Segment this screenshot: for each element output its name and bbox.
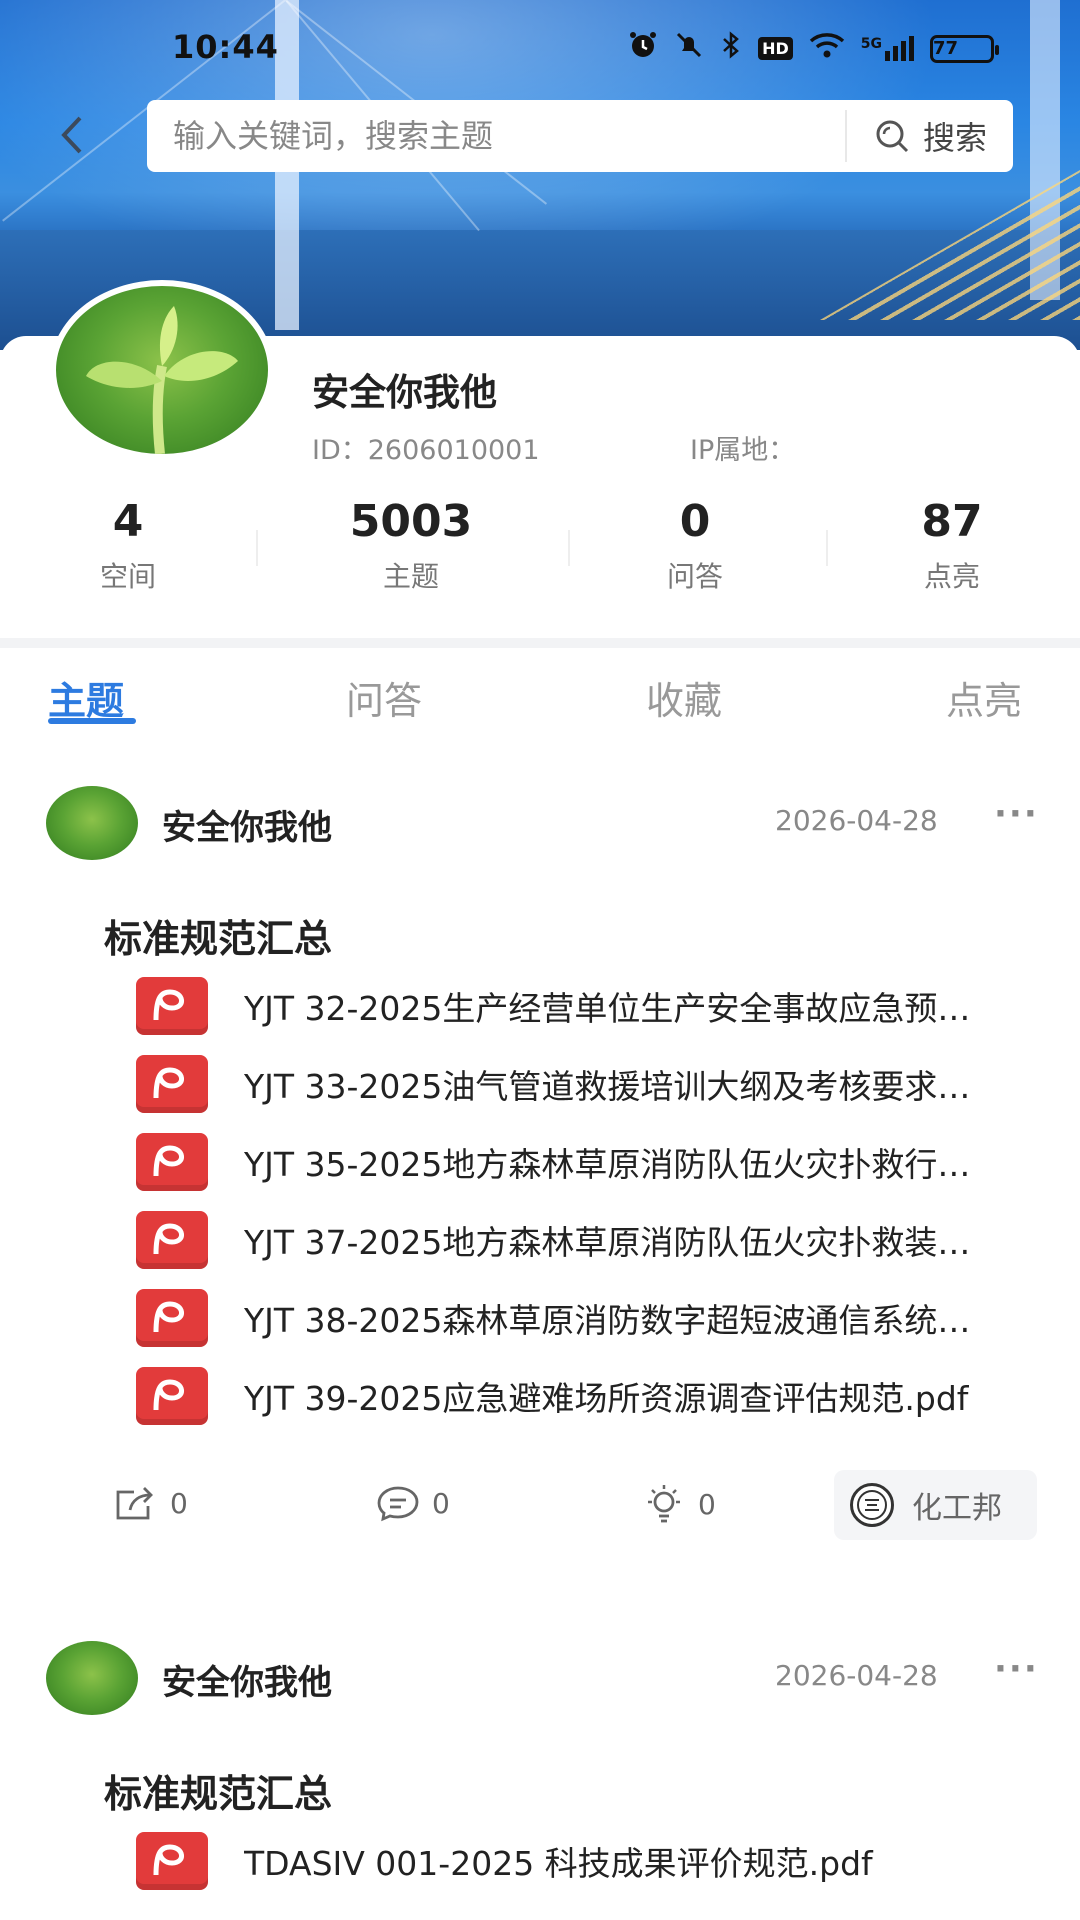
stat-divider bbox=[826, 530, 828, 566]
attachment-name: YJT 37-2025地方森林草原消防队伍火灾扑救装备配备规范.pdf bbox=[244, 1223, 974, 1262]
stat-label: 空间 bbox=[99, 560, 156, 593]
profile-ip-location: IP属地： bbox=[690, 435, 796, 466]
post-author-name[interactable]: 安全你我他 bbox=[162, 800, 332, 849]
network-label: 5G bbox=[860, 36, 882, 52]
share-icon bbox=[116, 1487, 153, 1520]
post-title[interactable]: 标准规范汇总 bbox=[104, 908, 332, 963]
bluetooth-icon bbox=[720, 30, 742, 67]
attachment-name: YJT 39-2025应急避难场所资源调查评估规范.pdf bbox=[244, 1379, 969, 1418]
pdf-file-icon bbox=[136, 1055, 208, 1113]
post-date: 2026-04-28 bbox=[775, 1659, 938, 1692]
comment-count: 0 bbox=[432, 1486, 450, 1520]
source-tag-label: 化工邦 bbox=[912, 1491, 1002, 1526]
comment-icon bbox=[377, 1486, 419, 1522]
stat-value: 4 bbox=[112, 496, 144, 547]
attachment-item[interactable]: YJT 32-2025生产经营单位生产安全事故应急预案编制导则.pdf bbox=[136, 977, 976, 1035]
source-tag-chip[interactable]: 化工邦 bbox=[834, 1470, 1037, 1540]
stat-label: 点亮 bbox=[923, 560, 980, 593]
profile-id: ID：2606010001 bbox=[312, 435, 540, 466]
search-button[interactable]: 搜索 bbox=[847, 100, 1013, 172]
pdf-file-icon bbox=[136, 1367, 208, 1425]
light-count: 0 bbox=[698, 1487, 716, 1521]
tab-active-indicator bbox=[48, 718, 136, 724]
attachment-item[interactable]: YJT 37-2025地方森林草原消防队伍火灾扑救装备配备规范.pdf bbox=[136, 1211, 976, 1269]
alarm-icon bbox=[628, 30, 658, 67]
stat-likes[interactable]: 87 点亮 bbox=[824, 496, 1080, 606]
share-count: 0 bbox=[170, 1486, 188, 1520]
post-author-avatar[interactable] bbox=[46, 1641, 138, 1715]
more-options-icon[interactable]: ··· bbox=[994, 1649, 1039, 1689]
stat-value: 5003 bbox=[349, 496, 473, 547]
lightbulb-icon bbox=[648, 1485, 680, 1523]
chemical-bang-logo-icon bbox=[850, 1483, 894, 1527]
attachment-name: YJT 35-2025地方森林草原消防队伍火灾扑救行动规范.pdf bbox=[244, 1145, 974, 1184]
tab-bar: 主题 问答 收藏 点亮 bbox=[0, 660, 1080, 744]
section-divider bbox=[0, 638, 1080, 648]
attachment-item[interactable]: YJT 35-2025地方森林草原消防队伍火灾扑救行动规范.pdf bbox=[136, 1133, 976, 1191]
light-button[interactable]: 0 bbox=[642, 1484, 716, 1524]
attachment-item[interactable]: TDASIV 001-2025 科技成果评价规范.pdf bbox=[136, 1832, 976, 1890]
tab-topics[interactable]: 主题 bbox=[48, 670, 124, 725]
tab-favorites[interactable]: 收藏 bbox=[646, 670, 722, 725]
tab-likes[interactable]: 点亮 bbox=[946, 670, 1022, 725]
post-title[interactable]: 标准规范汇总 bbox=[104, 1763, 332, 1818]
search-bar: 搜索 bbox=[147, 100, 1013, 172]
attachment-item[interactable]: YJT 39-2025应急避难场所资源调查评估规范.pdf bbox=[136, 1367, 976, 1425]
attachment-item[interactable]: YJT 33-2025油气管道救援培训大纲及考核要求.pdf bbox=[136, 1055, 976, 1113]
search-input[interactable] bbox=[147, 100, 845, 172]
attachment-name: YJT 38-2025森林草原消防数字超短波通信系统技术规范.pdf bbox=[244, 1301, 974, 1340]
attachment-name: YJT 32-2025生产经营单位生产安全事故应急预案编制导则.pdf bbox=[244, 989, 974, 1028]
share-button[interactable]: 0 bbox=[114, 1484, 188, 1522]
stat-spaces[interactable]: 4 空间 bbox=[0, 496, 256, 606]
stat-label: 主题 bbox=[382, 560, 439, 593]
back-button[interactable] bbox=[52, 110, 102, 160]
profile-stats: 4 空间 5003 主题 0 问答 87 点亮 bbox=[0, 496, 1080, 606]
hd-icon: HD bbox=[758, 37, 793, 60]
post-author-avatar[interactable] bbox=[46, 786, 138, 860]
status-time: 10:44 bbox=[172, 28, 279, 66]
stat-divider bbox=[256, 530, 258, 566]
more-options-icon[interactable]: ··· bbox=[994, 794, 1039, 834]
stat-qa[interactable]: 0 问答 bbox=[566, 496, 824, 606]
pdf-file-icon bbox=[136, 1832, 208, 1890]
search-button-label: 搜索 bbox=[922, 119, 987, 157]
stat-value: 0 bbox=[679, 496, 711, 547]
wifi-icon bbox=[809, 31, 845, 66]
status-bar: 10:44 HD 5G 77 bbox=[0, 0, 1080, 96]
comment-button[interactable]: 0 bbox=[376, 1484, 450, 1522]
mute-icon bbox=[674, 30, 704, 67]
post-actions: 0 0 0 化工邦 bbox=[0, 1470, 1080, 1540]
pdf-file-icon bbox=[136, 1289, 208, 1347]
attachment-item[interactable]: YJT 38-2025森林草原消防数字超短波通信系统技术规范.pdf bbox=[136, 1289, 976, 1347]
status-icons: HD 5G 77 bbox=[628, 30, 999, 67]
pdf-file-icon bbox=[136, 1133, 208, 1191]
post-author-name[interactable]: 安全你我他 bbox=[162, 1655, 332, 1704]
post-date: 2026-04-28 bbox=[775, 804, 938, 837]
sprout-icon bbox=[86, 306, 238, 454]
stat-divider bbox=[568, 530, 570, 566]
pdf-file-icon bbox=[136, 1211, 208, 1269]
tab-qa[interactable]: 问答 bbox=[346, 670, 422, 725]
attachment-name: TDASIV 001-2025 科技成果评价规范.pdf bbox=[244, 1844, 873, 1883]
stat-value: 87 bbox=[921, 496, 983, 547]
battery-icon: 77 bbox=[930, 34, 999, 63]
profile-name: 安全你我他 bbox=[312, 371, 497, 414]
search-icon bbox=[876, 120, 909, 153]
avatar[interactable] bbox=[50, 280, 274, 460]
stat-label: 问答 bbox=[666, 560, 723, 593]
attachment-name: YJT 33-2025油气管道救援培训大纲及考核要求.pdf bbox=[244, 1067, 974, 1106]
chevron-left-icon bbox=[61, 116, 82, 154]
stat-topics[interactable]: 5003 主题 bbox=[256, 496, 566, 606]
pdf-file-icon bbox=[136, 977, 208, 1035]
5g-signal-icon: 5G bbox=[861, 36, 914, 61]
